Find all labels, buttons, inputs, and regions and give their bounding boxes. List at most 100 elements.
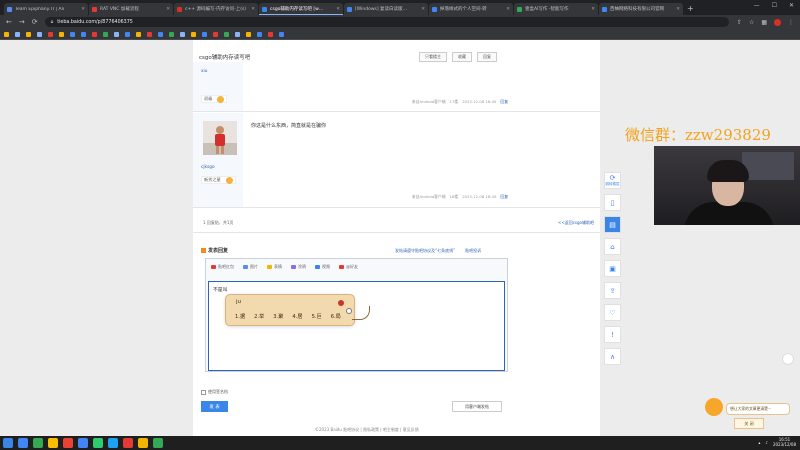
bookmark-item[interactable] [246,31,252,37]
bookmark-item[interactable] [169,31,175,37]
bookmark-item[interactable] [257,31,263,37]
tray-network-icon[interactable]: ▴ [758,440,760,445]
tab-close-icon[interactable]: ✕ [591,7,595,12]
back-to-forum-link[interactable]: <<返回csgo辅助吧 [558,220,594,226]
ime-candidate[interactable]: 3.聚 [273,313,283,320]
new-tab-button[interactable]: + [687,4,694,13]
toolbar-emoji[interactable]: 表情 [267,264,282,270]
complaint-link[interactable]: 贴吧投诉 [465,248,481,254]
bookmark-item[interactable] [136,31,142,37]
bookmark-item[interactable] [224,31,230,37]
bookmark-item[interactable] [15,31,21,37]
bookmark-item[interactable] [59,31,65,37]
tab-close-icon[interactable]: ✕ [166,7,170,12]
profile-avatar[interactable] [774,18,781,26]
bookmark-item[interactable] [48,31,54,37]
toolbar-image[interactable]: 图片 [243,264,258,270]
signature-checkbox[interactable] [201,389,206,395]
taskbar-app-icon[interactable] [123,438,133,448]
toolbar-video[interactable]: 视频 [315,264,330,270]
floating-toolbar-button[interactable]: ⟳ 跳转楼层 [604,172,621,189]
taskbar-app-icon[interactable] [153,438,163,448]
browser-tab[interactable]: csgo辅助内存读写吧 [w… ✕ [259,3,343,15]
bookmark-item[interactable] [180,31,186,37]
taskbar-app-icon[interactable] [18,438,28,448]
bookmark-item[interactable] [279,31,285,37]
forward-icon[interactable]: → [19,18,25,26]
ime-candidate[interactable]: 4.居 [292,313,302,320]
favorite-button[interactable]: 收藏 [452,52,472,62]
clock[interactable]: 16:51 2023/12/08 [773,437,796,447]
close-tip-button[interactable]: 关 闭 [734,418,764,429]
bookmark-item[interactable] [158,31,164,37]
user-avatar[interactable] [203,121,237,155]
bookmark-item[interactable] [268,31,274,37]
tab-close-icon[interactable]: ✕ [336,7,340,12]
bookmark-star-icon[interactable]: ☆ [749,19,754,26]
reply-button[interactable]: 回复 [477,52,497,62]
taskbar-app-icon[interactable] [63,438,73,448]
taskbar-app-icon[interactable] [78,438,88,448]
toolbar-mention[interactable]: @好友 [339,264,358,270]
bookmark-item[interactable] [114,31,120,37]
bookmark-item[interactable] [92,31,98,37]
browser-tab[interactable]: [Windows] 复读白读版… ✕ [344,3,428,15]
bookmark-item[interactable] [4,31,10,37]
ime-candidate[interactable]: 2.举 [254,313,264,320]
floating-toolbar-button[interactable]: ∧ [604,348,621,365]
tab-close-icon[interactable]: ✕ [81,7,85,12]
bookmark-item[interactable] [235,31,241,37]
browser-tab[interactable]: RAT VNC 加载流程 ✕ [89,3,173,15]
url-input[interactable]: 🔒︎ tieba.baidu.com/p/8776406375 [44,17,729,27]
bookmark-item[interactable] [147,31,153,37]
reload-icon[interactable]: ⟳ [32,18,38,26]
close-window-button[interactable]: ✕ [789,2,794,9]
browser-tab[interactable]: 西柚网络科技有限公司官网 ✕ [599,3,683,15]
tray-volume-icon[interactable]: ♪ [765,440,768,445]
publish-button[interactable]: 发 表 [201,401,228,412]
tab-close-icon[interactable]: ✕ [251,7,255,12]
bookmark-item[interactable] [213,31,219,37]
username[interactable]: xiu [201,69,207,74]
menu-icon[interactable]: ⋮ [788,19,794,26]
browser-tab[interactable]: Team Epiphany.TI | Ali ✕ [4,3,88,15]
browser-tab[interactable]: 壹盒AI写作 -智能写作 ✕ [514,3,598,15]
tab-close-icon[interactable]: ✕ [506,7,510,12]
toolbar-doodle[interactable]: 涂鸦 [291,264,306,270]
rules-link[interactable]: 发帖请遵守贴吧协议及“七条底线” [395,248,455,254]
minimize-button[interactable]: — [754,2,760,9]
maximize-button[interactable]: ☐ [772,2,777,9]
bookmark-item[interactable] [81,31,87,37]
bookmark-item[interactable] [103,31,109,37]
tab-close-icon[interactable]: ✕ [421,7,425,12]
floating-toolbar-button[interactable]: ⌂ [604,238,621,255]
floating-toolbar-button[interactable]: ⇪ [604,282,621,299]
back-icon[interactable]: ← [6,18,12,26]
taskbar-app-icon[interactable] [33,438,43,448]
toolbar-redpacket[interactable]: 贴吧红包 [211,264,234,270]
browser-tab[interactable]: 掉落样式的个人空间-转 ✕ [429,3,513,15]
chat-icon[interactable] [782,353,794,365]
only-op-button[interactable]: 只看楼主 [419,52,447,62]
bookmark-item[interactable] [191,31,197,37]
bookmark-item[interactable] [70,31,76,37]
tab-close-icon[interactable]: ✕ [676,7,680,12]
floating-toolbar-button[interactable]: ♡ [604,304,621,321]
client-post-button[interactable]: 用客户端发帖 [452,401,502,412]
floating-toolbar-button[interactable]: ! [604,326,621,343]
floating-toolbar-button[interactable]: ▣ [604,260,621,277]
share-icon[interactable]: ⇧ [737,19,742,26]
thread-title[interactable]: csgo辅助内存读写吧 [199,53,250,61]
ime-candidate[interactable]: 1.据 [235,313,245,320]
signature-option[interactable]: 使用签名档 [201,389,228,395]
bookmark-item[interactable] [26,31,32,37]
bookmark-item[interactable] [202,31,208,37]
post-reply-link[interactable]: 回复 [500,194,508,200]
taskbar-app-icon[interactable] [48,438,58,448]
username[interactable]: cjksgo [201,165,215,170]
extensions-icon[interactable]: ▦ [761,19,767,26]
post-reply-link[interactable]: 回复 [500,99,508,105]
browser-tab[interactable]: c++ 源码编写-内存访问-上(s) ✕ [174,3,258,15]
start-icon[interactable] [3,438,13,448]
taskbar-app-icon[interactable] [108,438,118,448]
